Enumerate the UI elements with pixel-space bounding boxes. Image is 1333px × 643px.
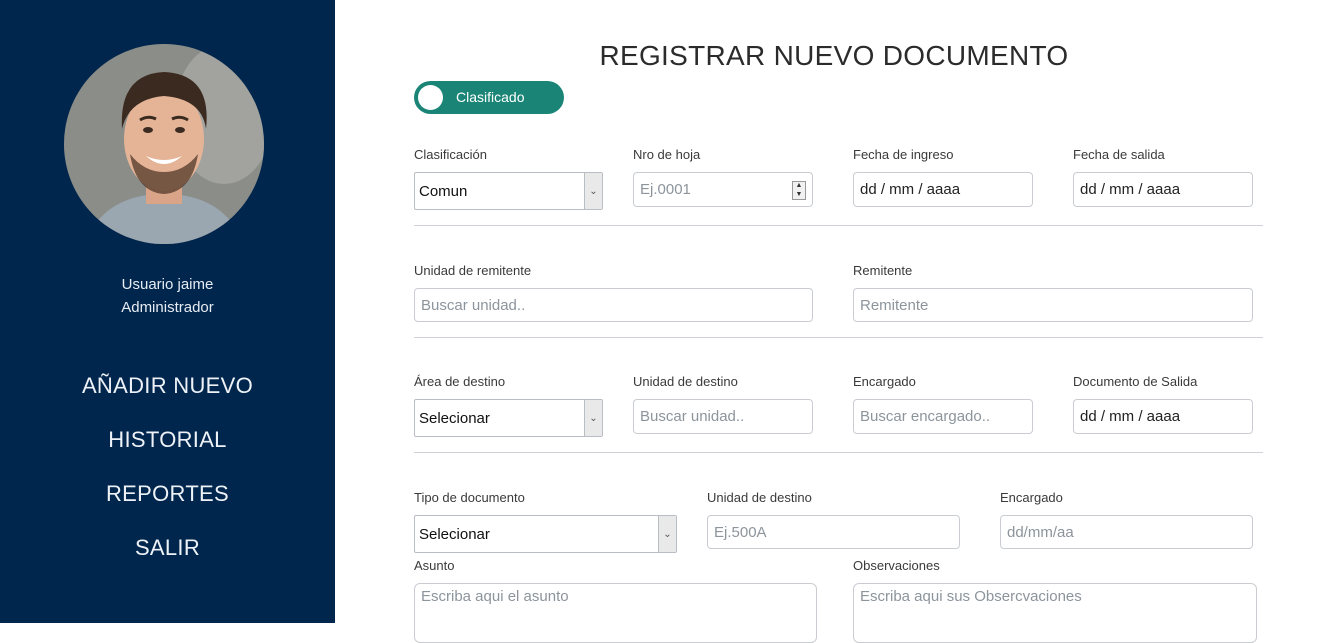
- encargado-placeholder: Buscar encargado..: [860, 408, 991, 425]
- sidebar: Usuario jaime Administrador AÑADIR NUEVO…: [0, 0, 335, 623]
- nav-item-historial[interactable]: HISTORIAL: [0, 424, 335, 478]
- nav-item-anadir-nuevo[interactable]: AÑADIR NUEVO: [0, 370, 335, 424]
- tipo-documento-label: Tipo de documento: [414, 490, 525, 505]
- observaciones-label: Observaciones: [853, 558, 940, 573]
- toggle-knob: [418, 85, 443, 110]
- encargado-2-input[interactable]: dd/mm/aa: [1000, 515, 1253, 549]
- encargado-input[interactable]: Buscar encargado..: [853, 399, 1033, 434]
- unidad-destino-2-placeholder: Ej.500A: [714, 523, 767, 541]
- user-role: Administrador: [121, 299, 214, 316]
- nav-item-reportes[interactable]: REPORTES: [0, 478, 335, 532]
- user-name: Usuario jaime: [121, 276, 214, 293]
- tipo-documento-select[interactable]: Selecionar ⌄: [414, 515, 677, 553]
- nro-hoja-placeholder: Ej.0001: [640, 181, 691, 198]
- asunto-label: Asunto: [414, 558, 455, 573]
- clasificacion-label: Clasificación: [414, 147, 487, 162]
- divider: [414, 225, 1263, 226]
- fecha-salida-label: Fecha de salida: [1073, 147, 1165, 162]
- clasificacion-value: Comun: [419, 182, 468, 200]
- toggle-label: Clasificado: [456, 89, 525, 105]
- avatar: [64, 44, 264, 244]
- unidad-destino-label: Unidad de destino: [633, 374, 738, 389]
- area-destino-select[interactable]: Selecionar ⌄: [414, 399, 603, 437]
- clasificado-toggle[interactable]: Clasificado: [414, 81, 564, 114]
- documento-salida-value: dd / mm / aaaa: [1080, 408, 1181, 425]
- divider: [414, 452, 1263, 453]
- nro-hoja-label: Nro de hoja: [633, 147, 701, 162]
- tipo-documento-value: Selecionar: [419, 525, 490, 543]
- area-destino-label: Área de destino: [414, 374, 506, 389]
- fecha-ingreso-value: dd / mm / aaaa: [860, 181, 961, 198]
- clasificacion-select[interactable]: Comun ⌄: [414, 172, 603, 210]
- chevron-down-icon: ⌄: [584, 400, 602, 436]
- unidad-remitente-placeholder: Buscar unidad..: [421, 296, 526, 314]
- unidad-destino-2-label: Unidad de destino: [707, 490, 812, 505]
- fecha-ingreso-input[interactable]: dd / mm / aaaa: [853, 172, 1033, 207]
- remitente-placeholder: Remitente: [860, 296, 929, 314]
- encargado-2-label: Encargado: [1000, 490, 1063, 505]
- fecha-ingreso-label: Fecha de ingreso: [853, 147, 954, 162]
- area-destino-value: Selecionar: [419, 409, 490, 427]
- unidad-remitente-input[interactable]: Buscar unidad..: [414, 288, 813, 322]
- unidad-remitente-label: Unidad de remitente: [414, 263, 532, 278]
- remitente-label: Remitente: [853, 263, 913, 278]
- user-avatar-image: [64, 44, 264, 244]
- nav-item-salir[interactable]: SALIR: [0, 532, 335, 586]
- documento-salida-label: Documento de Salida: [1073, 374, 1198, 389]
- asunto-textarea[interactable]: Escriba aqui el asunto: [414, 583, 817, 643]
- observaciones-textarea[interactable]: Escriba aqui sus Obsercvaciones: [853, 583, 1257, 643]
- unidad-destino-2-input[interactable]: Ej.500A: [707, 515, 960, 549]
- nro-hoja-input[interactable]: Ej.0001 ▲ ▼: [633, 172, 813, 207]
- documento-salida-input[interactable]: dd / mm / aaaa: [1073, 399, 1253, 434]
- number-spinner-icon[interactable]: ▲ ▼: [792, 181, 806, 200]
- fecha-salida-input[interactable]: dd / mm / aaaa: [1073, 172, 1253, 207]
- page-title: REGISTRAR NUEVO DOCUMENTO: [599, 40, 1069, 71]
- unidad-destino-input[interactable]: Buscar unidad..: [633, 399, 813, 434]
- divider: [414, 337, 1263, 338]
- unidad-destino-placeholder: Buscar unidad..: [640, 408, 745, 425]
- encargado-2-placeholder: dd/mm/aa: [1007, 523, 1074, 541]
- chevron-down-icon: ⌄: [658, 516, 676, 552]
- fecha-salida-value: dd / mm / aaaa: [1080, 181, 1181, 198]
- asunto-placeholder: Escriba aqui el asunto: [421, 588, 569, 605]
- chevron-down-icon: ⌄: [584, 173, 602, 209]
- remitente-input[interactable]: Remitente: [853, 288, 1253, 322]
- sidebar-nav: AÑADIR NUEVO HISTORIAL REPORTES SALIR: [0, 370, 335, 586]
- observaciones-placeholder: Escriba aqui sus Obsercvaciones: [860, 588, 1082, 605]
- encargado-label: Encargado: [853, 374, 916, 389]
